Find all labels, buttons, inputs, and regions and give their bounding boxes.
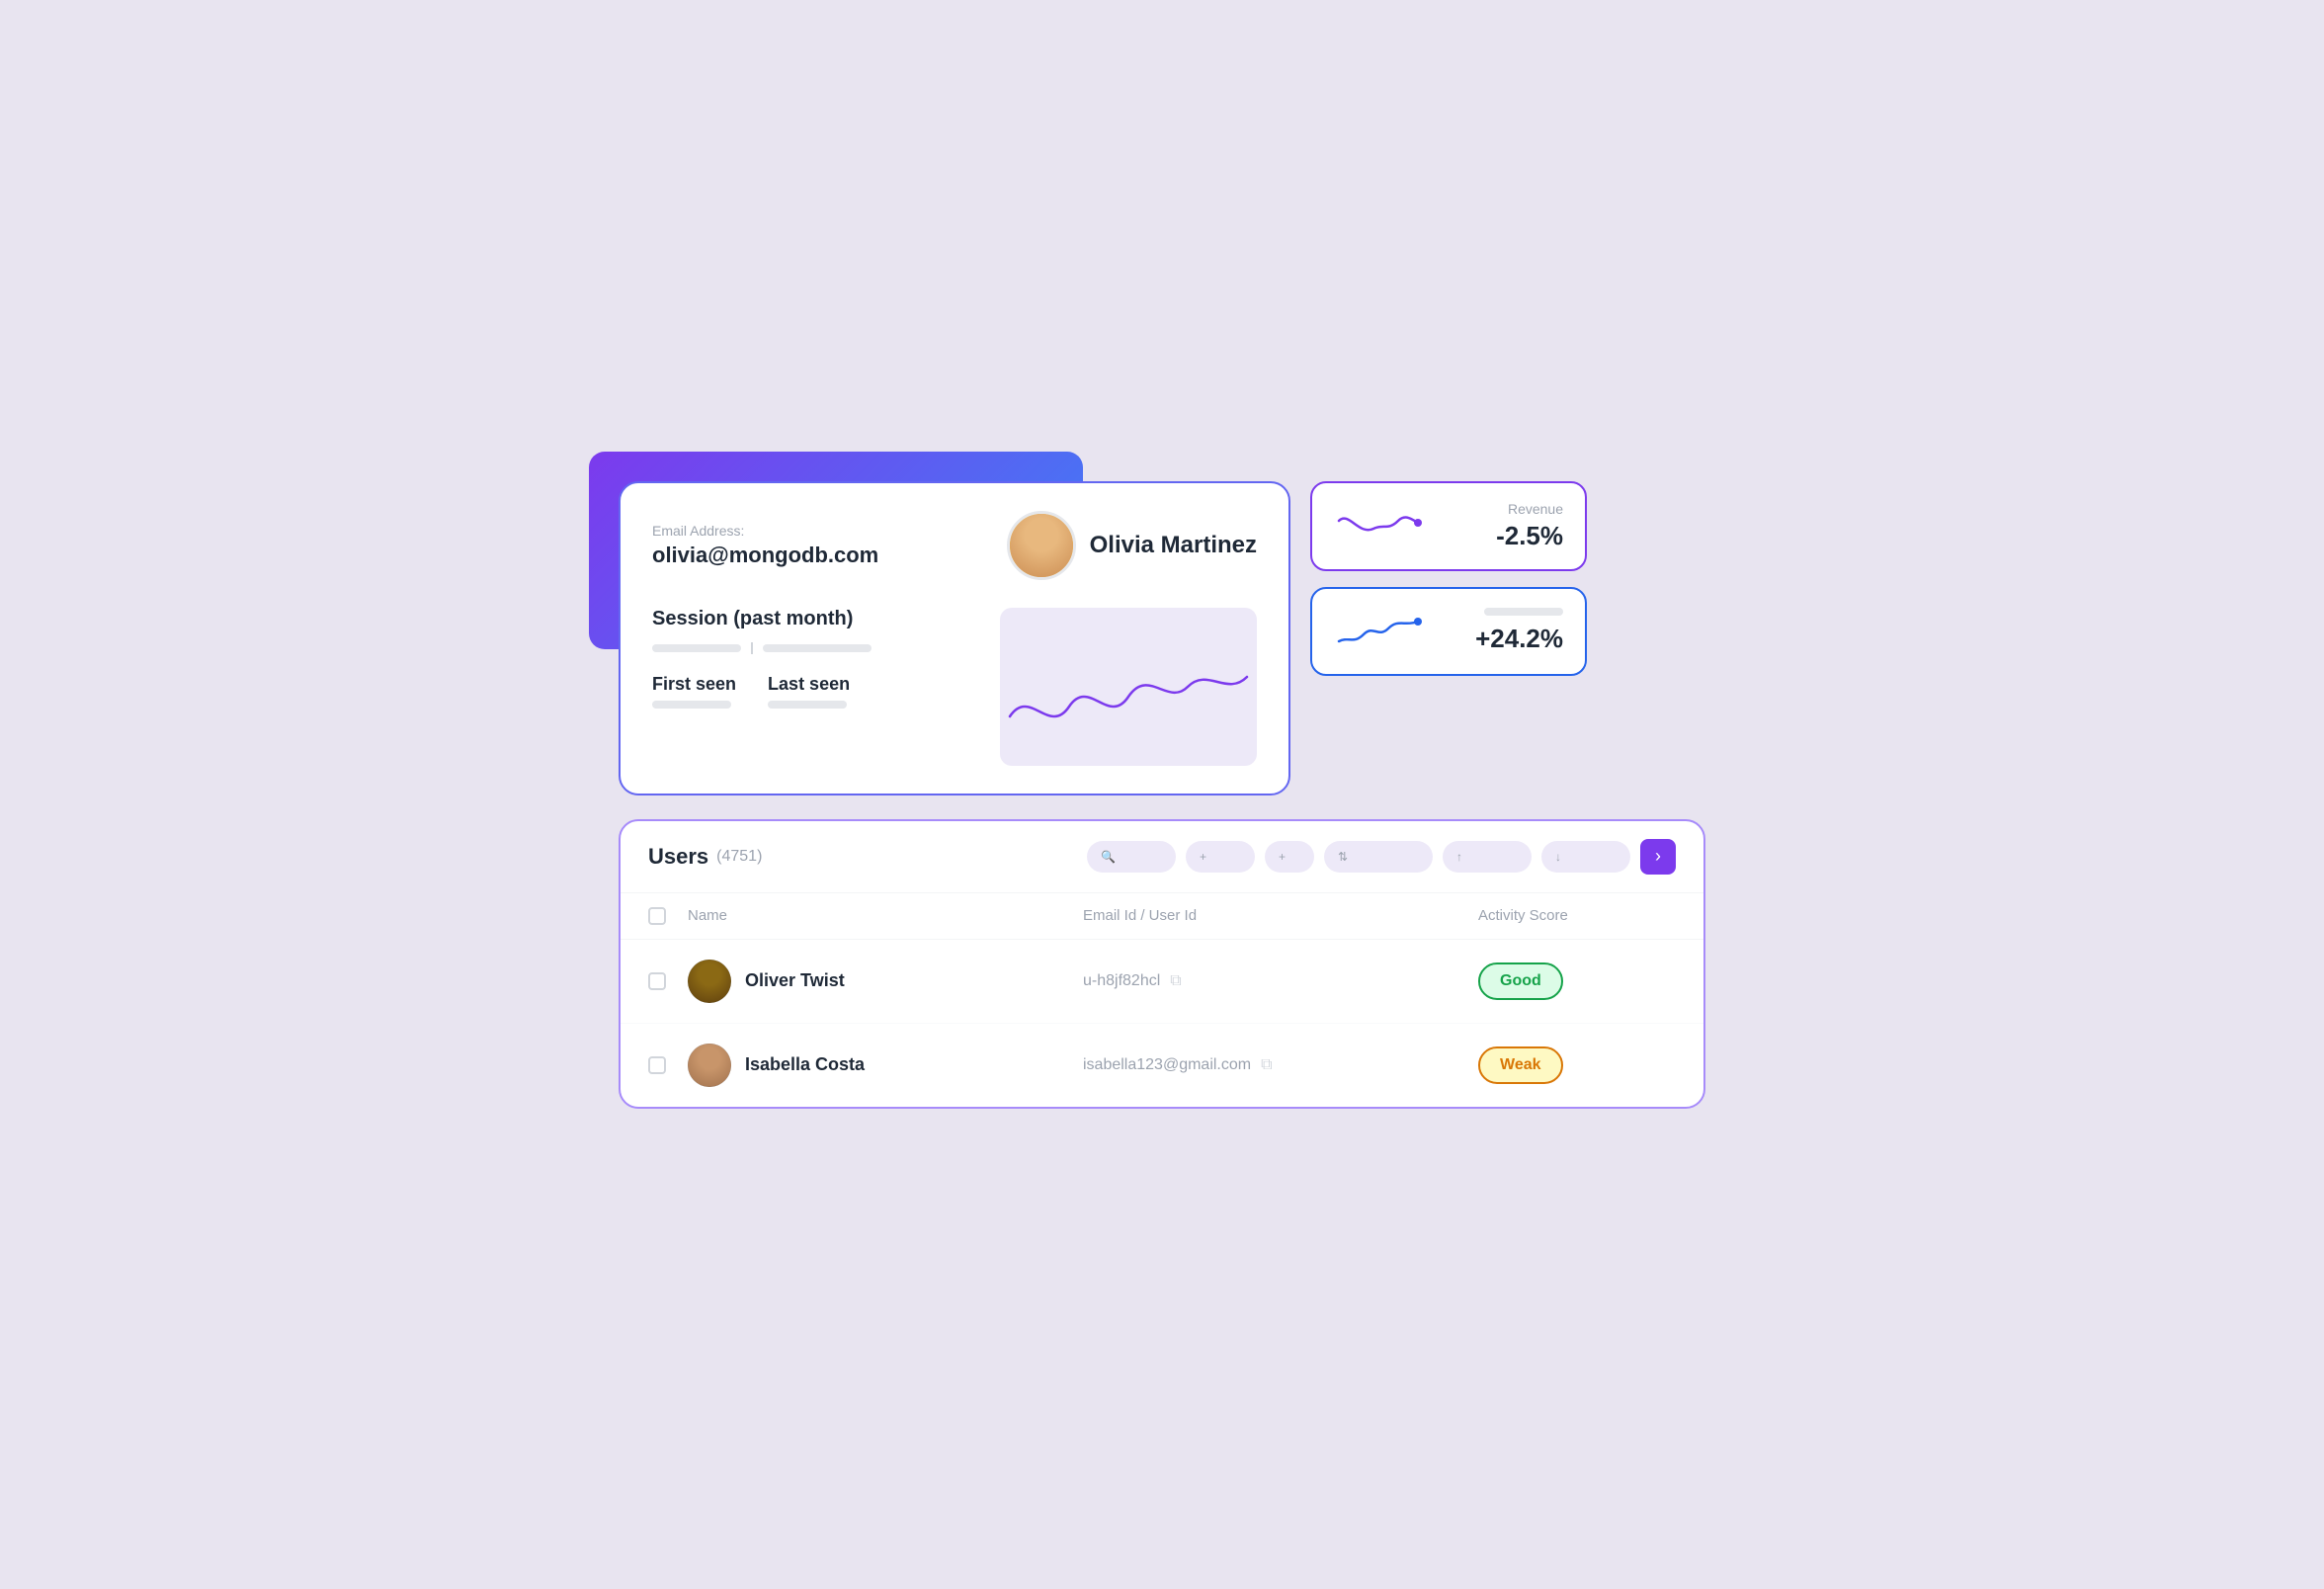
user-avatar-area: Olivia Martinez xyxy=(1007,511,1257,580)
growth-value: +24.2% xyxy=(1439,624,1563,654)
chevron-icon: › xyxy=(1655,846,1661,867)
sort-icon: ⇅ xyxy=(1338,850,1348,864)
card-header: Email Address: olivia@mongodb.com Olivia… xyxy=(652,511,1257,580)
users-count: (4751) xyxy=(716,848,762,866)
more-button[interactable]: › xyxy=(1640,839,1676,875)
last-seen-label: Last seen xyxy=(768,674,850,695)
seen-labels: First seen Last seen xyxy=(652,674,980,709)
email-value: olivia@mongodb.com xyxy=(652,543,987,568)
score-column-header: Activity Score xyxy=(1478,907,1676,925)
session-info: Session (past month) First seen Last see… xyxy=(652,608,980,720)
score-cell: Good xyxy=(1478,962,1676,1000)
select-all-checkbox[interactable] xyxy=(648,907,688,925)
main-container: Email Address: olivia@mongodb.com Olivia… xyxy=(619,481,1705,1109)
bar-separator xyxy=(751,642,753,654)
copy-icon[interactable]: ⧉ xyxy=(1170,972,1181,990)
download-button[interactable]: ↓ xyxy=(1541,841,1630,873)
revenue-chart xyxy=(1334,501,1423,550)
name-column-header: Name xyxy=(688,907,1083,925)
checkbox[interactable] xyxy=(648,1056,666,1074)
email-cell: isabella123@gmail.com ⧉ xyxy=(1083,1056,1478,1074)
export-icon: ↑ xyxy=(1456,850,1462,864)
copy-icon[interactable]: ⧉ xyxy=(1261,1056,1272,1074)
revenue-card: Revenue -2.5% xyxy=(1310,481,1587,571)
session-bars xyxy=(652,642,980,654)
bar-1 xyxy=(652,644,741,652)
users-header: Users (4751) 🔍 + + ⇅ ↑ xyxy=(621,821,1703,893)
avatar xyxy=(1007,511,1076,580)
avatar xyxy=(688,1044,731,1087)
score-badge: Good xyxy=(1478,962,1563,1000)
header-actions: 🔍 + + ⇅ ↑ ↓ › xyxy=(1087,839,1676,875)
title-text: Users xyxy=(648,844,708,870)
bar-2 xyxy=(763,644,872,652)
card-body: Session (past month) First seen Last see… xyxy=(652,608,1257,766)
table-row: Isabella Costa isabella123@gmail.com ⧉ W… xyxy=(621,1024,1703,1107)
growth-bar xyxy=(1484,608,1563,616)
table-header: Name Email Id / User Id Activity Score xyxy=(621,893,1703,940)
add-icon: + xyxy=(1279,850,1286,864)
email-value: u-h8jf82hcl xyxy=(1083,972,1160,990)
user-name: Oliver Twist xyxy=(745,970,845,991)
row-checkbox[interactable] xyxy=(648,972,688,990)
growth-info: +24.2% xyxy=(1439,608,1563,654)
growth-card: +24.2% xyxy=(1310,587,1587,676)
users-section: Users (4751) 🔍 + + ⇅ ↑ xyxy=(619,819,1705,1109)
revenue-info: Revenue -2.5% xyxy=(1439,501,1563,551)
top-section: Email Address: olivia@mongodb.com Olivia… xyxy=(619,481,1705,795)
users-title: Users (4751) xyxy=(648,844,762,870)
user-name: Isabella Costa xyxy=(745,1054,865,1075)
email-label: Email Address: xyxy=(652,523,987,539)
checkbox[interactable] xyxy=(648,972,666,990)
session-title: Session (past month) xyxy=(652,608,980,630)
email-value: isabella123@gmail.com xyxy=(1083,1056,1251,1074)
revenue-value: -2.5% xyxy=(1439,521,1563,551)
score-badge: Weak xyxy=(1478,1046,1563,1084)
user-name: Olivia Martinez xyxy=(1090,532,1257,559)
search-icon: 🔍 xyxy=(1101,850,1116,864)
sort-button[interactable]: ⇅ xyxy=(1324,841,1433,873)
growth-chart xyxy=(1334,607,1423,656)
isabella-avatar xyxy=(688,1044,731,1087)
metric-cards: Revenue -2.5% +24.2% xyxy=(1310,481,1587,795)
chart-svg xyxy=(1000,608,1257,766)
add-button[interactable]: + xyxy=(1265,841,1314,873)
user-cell: Isabella Costa xyxy=(688,1044,1083,1087)
checkbox[interactable] xyxy=(648,907,666,925)
row-checkbox[interactable] xyxy=(648,1056,688,1074)
filter-button[interactable]: + xyxy=(1186,841,1255,873)
download-icon: ↓ xyxy=(1555,850,1561,864)
email-cell: u-h8jf82hcl ⧉ xyxy=(1083,972,1478,990)
avatar xyxy=(688,960,731,1003)
user-profile-card: Email Address: olivia@mongodb.com Olivia… xyxy=(619,481,1290,795)
score-cell: Weak xyxy=(1478,1046,1676,1084)
last-seen: Last seen xyxy=(768,674,850,709)
last-seen-value xyxy=(768,701,847,709)
first-seen: First seen xyxy=(652,674,736,709)
oliver-avatar xyxy=(688,960,731,1003)
search-button[interactable]: 🔍 xyxy=(1087,841,1176,873)
table-row: Oliver Twist u-h8jf82hcl ⧉ Good xyxy=(621,940,1703,1024)
first-seen-value xyxy=(652,701,731,709)
revenue-label: Revenue xyxy=(1439,501,1563,517)
avatar-image xyxy=(1010,511,1073,580)
plus-icon: + xyxy=(1200,850,1206,864)
user-cell: Oliver Twist xyxy=(688,960,1083,1003)
export-button[interactable]: ↑ xyxy=(1443,841,1532,873)
email-column-header: Email Id / User Id xyxy=(1083,907,1478,925)
user-info: Email Address: olivia@mongodb.com xyxy=(652,523,987,568)
first-seen-label: First seen xyxy=(652,674,736,695)
sparkline-chart xyxy=(1000,608,1257,766)
